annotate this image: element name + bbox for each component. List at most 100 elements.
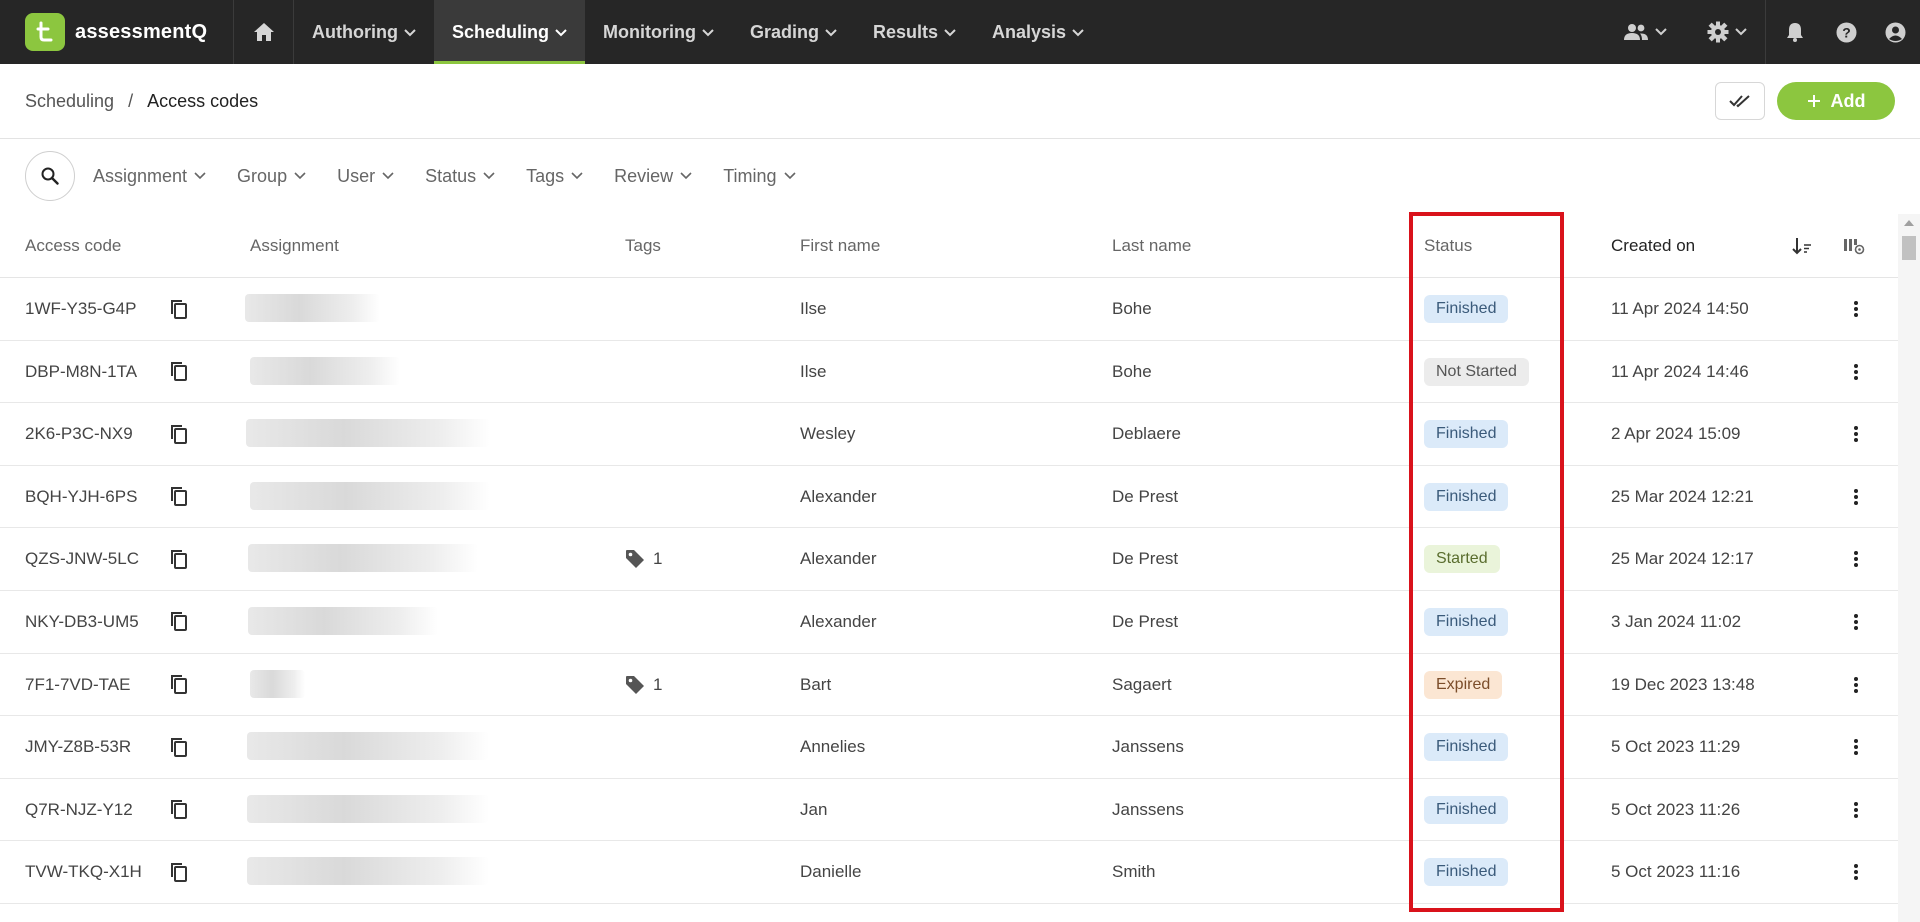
row-menu-button[interactable] [1846,779,1866,841]
status-badge: Not Started [1424,357,1529,386]
table-row[interactable]: DBP-M8N-1TA Ilse Bohe Not Started 11 Apr… [0,341,1898,404]
copy-button[interactable] [170,654,188,716]
nav-results[interactable]: Results [855,0,974,64]
table-scrollbar[interactable] [1898,214,1920,922]
copy-button[interactable] [170,716,188,778]
created-on: 11 Apr 2024 14:50 [1611,299,1749,318]
table-row[interactable]: Q7R-NJZ-Y12 Jan Janssens Finished 5 Oct … [0,779,1898,842]
breadcrumb-separator: / [128,90,134,111]
first-name: Alexander [800,611,877,631]
access-code: JMY-Z8B-53R [25,737,132,757]
more-vertical-icon [1854,551,1858,568]
table-row[interactable]: QZS-JNW-5LC 1 Alexander De Prest Started… [0,528,1898,591]
scroll-up-arrow-icon[interactable] [1904,220,1914,226]
last-name: Bohe [1112,361,1152,381]
table-row[interactable]: 1WF-Y35-G4P Ilse Bohe Finished 11 Apr 20… [0,278,1898,341]
row-menu-button[interactable] [1846,591,1866,653]
row-menu-button[interactable] [1846,341,1866,403]
copy-button[interactable] [170,403,188,465]
filter-status[interactable]: Status [425,166,495,187]
row-menu-button[interactable] [1846,278,1866,340]
row-menu-button[interactable] [1846,841,1866,903]
created-on: 11 Apr 2024 14:46 [1611,361,1749,381]
sort-button[interactable] [1792,214,1812,278]
last-name: Janssens [1112,737,1184,757]
last-name: Janssens [1112,799,1184,819]
filter-tags-label: Tags [526,165,565,186]
table-row-partial[interactable] [0,904,1898,922]
table-row[interactable]: 7F1-7VD-TAE 1 Bart Sagaert Expired 19 De… [0,654,1898,717]
filter-timing[interactable]: Timing [723,166,796,187]
nav-results-label: Results [873,21,939,42]
status-badge: Finished [1424,482,1509,511]
chevron-down-icon [1735,28,1747,36]
add-button[interactable]: Add [1777,82,1895,120]
copy-icon [171,362,187,382]
table-row[interactable]: BQH-YJH-6PS Alexander De Prest Finished … [0,466,1898,529]
search-button[interactable] [25,151,75,201]
table-row[interactable]: NKY-DB3-UM5 Alexander De Prest Finished … [0,591,1898,654]
nav-authoring[interactable]: Authoring [294,0,434,64]
chevron-down-icon [483,172,495,180]
more-vertical-icon [1854,864,1858,881]
more-vertical-icon [1854,676,1858,693]
filter-tags[interactable]: Tags [526,166,583,187]
access-codes-table: Access code Assignment Tags First name L… [0,214,1898,922]
copy-button[interactable] [170,278,188,340]
notifications-button[interactable] [1765,0,1824,64]
more-vertical-icon [1854,801,1858,818]
table-row[interactable]: JMY-Z8B-53R Annelies Janssens Finished 5… [0,716,1898,779]
filter-user[interactable]: User [337,166,394,187]
row-menu-button[interactable] [1846,716,1866,778]
copy-icon [171,549,187,569]
settings-menu-button[interactable] [1687,0,1765,64]
tags-cell[interactable]: 1 [625,528,662,590]
filter-assignment[interactable]: Assignment [93,166,206,187]
copy-button[interactable] [170,341,188,403]
column-settings-button[interactable] [1843,214,1865,278]
column-access-code: Access code [25,236,122,255]
copy-button[interactable] [170,779,188,841]
status-badge: Finished [1424,733,1509,762]
last-name: Bohe [1112,299,1152,318]
nav-analysis[interactable]: Analysis [974,0,1102,64]
nav-monitoring[interactable]: Monitoring [585,0,732,64]
copy-button[interactable] [170,841,188,903]
brand[interactable]: assessmentQ [0,0,234,64]
copy-button[interactable] [170,466,188,528]
account-button[interactable] [1869,0,1920,64]
chevron-down-icon [944,29,956,37]
bulk-select-button[interactable] [1715,82,1765,120]
column-created-on[interactable]: Created on [1611,214,1695,278]
copy-button[interactable] [170,904,188,922]
row-menu-button[interactable] [1846,654,1866,716]
table-row[interactable]: 2K6-P3C-NX9 Wesley Deblaere Finished 2 A… [0,403,1898,466]
created-on: 3 Jan 2024 11:02 [1611,611,1742,631]
tags-cell[interactable]: 1 [625,654,662,716]
filter-review[interactable]: Review [614,166,692,187]
nav-scheduling[interactable]: Scheduling [433,0,585,64]
copy-button[interactable] [170,591,188,653]
row-menu-button[interactable] [1846,528,1866,590]
home-icon [253,23,274,41]
row-menu-button[interactable] [1846,466,1866,528]
copy-button[interactable] [170,528,188,590]
row-menu-button[interactable] [1846,403,1866,465]
table-row[interactable]: TVW-TKQ-X1H Danielle Smith Finished 5 Oc… [0,841,1898,904]
column-last-name: Last name [1112,236,1192,255]
users-menu-button[interactable] [1603,0,1687,64]
chevron-down-icon [1072,29,1084,37]
created-on: 5 Oct 2023 11:29 [1611,737,1741,757]
filter-group[interactable]: Group [237,166,306,187]
breadcrumb-bar: Scheduling / Access codes Add [0,64,1920,139]
scrollbar-thumb[interactable] [1902,236,1916,260]
created-on: 2 Apr 2024 15:09 [1611,424,1741,444]
assignment-redacted [250,356,400,385]
filter-review-label: Review [614,165,674,186]
more-vertical-icon [1854,301,1858,317]
breadcrumb-scheduling[interactable]: Scheduling [25,91,114,112]
status-badge: Finished [1424,607,1509,636]
help-button[interactable]: ? [1824,0,1869,64]
home-button[interactable] [234,0,294,64]
nav-grading[interactable]: Grading [732,0,855,64]
